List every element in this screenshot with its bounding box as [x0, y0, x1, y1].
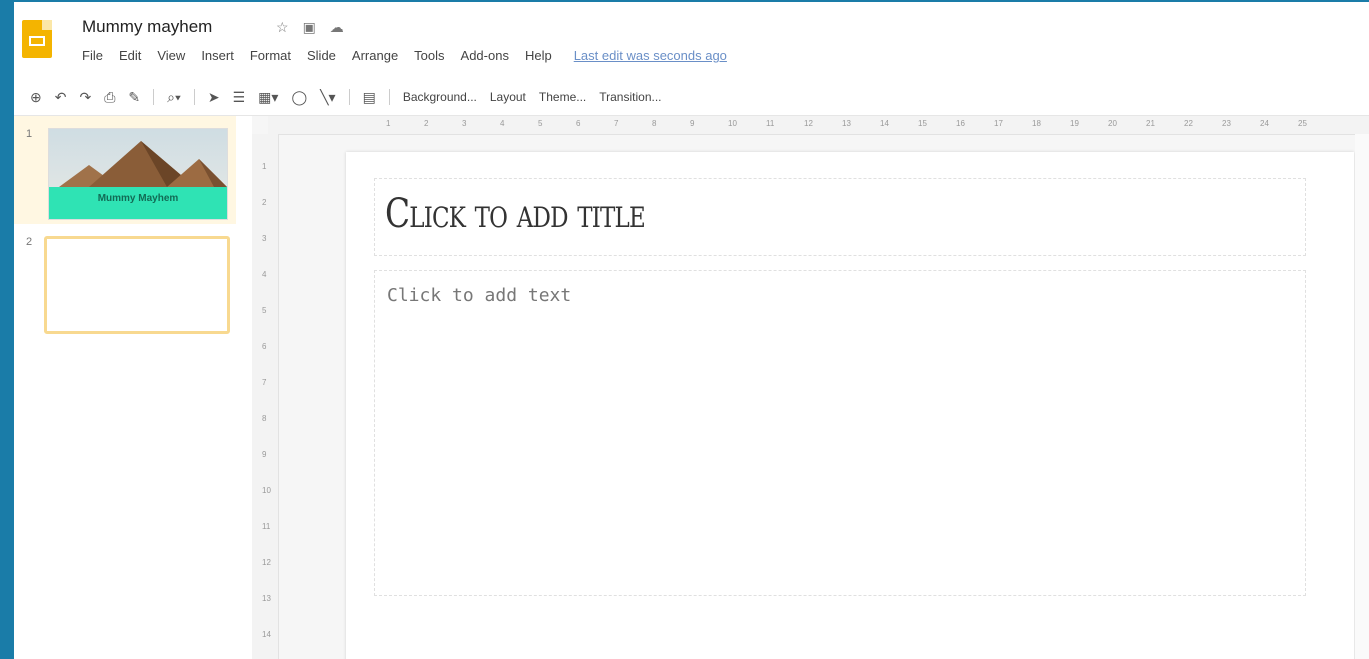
- print-icon[interactable]: ⎙: [104, 89, 115, 106]
- star-icon[interactable]: ☆: [276, 19, 289, 36]
- ruler-tick-label: 11: [766, 119, 775, 128]
- slide-filmstrip: 1 Mummy Mayhem 2: [14, 116, 252, 659]
- ruler-tick-label: 12: [262, 558, 271, 567]
- ruler-tick-label: 13: [262, 594, 271, 603]
- menu-view[interactable]: View: [157, 48, 185, 63]
- ruler-tick-label: 14: [262, 630, 271, 639]
- body-placeholder-text: Click to add text: [387, 285, 572, 306]
- ruler-tick-label: 19: [1070, 119, 1079, 128]
- toolbar-separator: [193, 89, 195, 105]
- slide-number: 2: [26, 236, 33, 248]
- vertical-scrollbar[interactable]: [1355, 134, 1369, 659]
- menu-help[interactable]: Help: [525, 48, 552, 63]
- slide-number: 1: [26, 128, 33, 140]
- ruler-tick-label: 8: [262, 414, 267, 423]
- slide-canvas[interactable]: Click to add title Click to add text: [346, 152, 1354, 659]
- transition-button[interactable]: Transition...: [599, 90, 661, 104]
- title-icons: ☆ ▣ ☁: [276, 19, 344, 36]
- ruler-tick-label: 2: [424, 119, 429, 128]
- body-placeholder[interactable]: Click to add text: [374, 270, 1306, 596]
- comment-icon[interactable]: ▤: [363, 89, 376, 106]
- menu-file[interactable]: File: [82, 48, 103, 63]
- last-edit-link[interactable]: Last edit was seconds ago: [574, 48, 727, 63]
- pyramids-image: [59, 141, 227, 187]
- title-placeholder[interactable]: Click to add title: [374, 178, 1306, 256]
- ruler-tick-label: 8: [652, 119, 657, 128]
- ruler-tick-label: 4: [262, 270, 267, 279]
- document-title[interactable]: Mummy mayhem: [82, 17, 212, 37]
- toolbar: ⊕ ↶ ↷ ⎙ ✎ ⌕▾ ➤ ☰ ▦▾ ◯ ╲▾ ▤ Background...…: [30, 84, 662, 110]
- ruler-tick-label: 23: [1222, 119, 1231, 128]
- paint-format-icon[interactable]: ✎: [128, 89, 140, 106]
- background-button[interactable]: Background...: [403, 90, 477, 104]
- ruler-tick-label: 25: [1298, 119, 1307, 128]
- select-icon[interactable]: ➤: [208, 89, 220, 106]
- shape-icon[interactable]: ◯: [291, 89, 307, 106]
- ruler-tick-label: 2: [262, 198, 267, 207]
- menu-arrange[interactable]: Arrange: [352, 48, 398, 63]
- cloud-icon[interactable]: ☁: [330, 19, 344, 36]
- horizontal-ruler: 1 2 3 4 5 6 7 8 9 10 11 12 13 14 15 16 17 18 19 20 21 22 23 24 2…: [268, 116, 1369, 135]
- menu-insert[interactable]: Insert: [201, 48, 234, 63]
- slides-logo-icon[interactable]: [22, 20, 52, 58]
- undo-icon[interactable]: ↶: [55, 89, 67, 106]
- ruler-tick-label: 13: [842, 119, 851, 128]
- ruler-tick-label: 16: [956, 119, 965, 128]
- ruler-tick-label: 6: [262, 342, 267, 351]
- ruler-tick-label: 3: [462, 119, 467, 128]
- slide-thumbnail-1[interactable]: Mummy Mayhem: [48, 128, 228, 220]
- toolbar-separator: [348, 89, 350, 105]
- textbox-icon[interactable]: ☰: [233, 89, 246, 106]
- ruler-tick-label: 21: [1146, 119, 1155, 128]
- toolbar-separator: [153, 89, 155, 105]
- ruler-tick-label: 6: [576, 119, 581, 128]
- ruler-tick-label: 22: [1184, 119, 1193, 128]
- menu-bar: File Edit View Insert Format Slide Arrange Tool…: [82, 48, 727, 63]
- ruler-tick-label: 10: [728, 119, 737, 128]
- layout-button[interactable]: Layout: [490, 90, 526, 104]
- redo-icon[interactable]: ↷: [79, 89, 91, 106]
- slide-thumbnail-2[interactable]: [44, 236, 230, 334]
- toolbar-separator: [388, 89, 390, 105]
- slide-canvas-area: 1 2 3 4 5 6 7 8 9 10 11 12 13 14 15 16 17 18 19 20 21 22 23 24 2…: [252, 116, 1369, 659]
- ruler-tick-label: 5: [262, 306, 267, 315]
- ruler-tick-label: 24: [1260, 119, 1269, 128]
- ruler-tick-label: 17: [994, 119, 1003, 128]
- menu-addons[interactable]: Add-ons: [461, 48, 509, 63]
- ruler-tick-label: 7: [614, 119, 619, 128]
- line-icon[interactable]: ╲▾: [320, 89, 335, 106]
- title-placeholder-text: Click to add title: [385, 191, 646, 237]
- zoom-icon[interactable]: ⌕▾: [167, 89, 181, 106]
- folder-icon[interactable]: ▣: [303, 19, 316, 36]
- ruler-tick-label: 11: [262, 522, 271, 531]
- slides-app-window: Mummy mayhem ☆ ▣ ☁ File Edit View Insert For…: [14, 2, 1369, 659]
- ruler-tick-label: 18: [1032, 119, 1041, 128]
- ruler-tick-label: 14: [880, 119, 889, 128]
- menu-format[interactable]: Format: [250, 48, 291, 63]
- ruler-tick-label: 4: [500, 119, 505, 128]
- ruler-tick-label: 1: [262, 162, 267, 171]
- image-icon[interactable]: ▦▾: [258, 89, 278, 106]
- ruler-tick-label: 9: [262, 450, 267, 459]
- ruler-tick-label: 9: [690, 119, 695, 128]
- vertical-ruler: 1 2 3 4 5 6 7 8 9 10 11 12 13 14: [252, 134, 279, 659]
- ruler-tick-label: 15: [918, 119, 927, 128]
- ruler-tick-label: 20: [1108, 119, 1117, 128]
- ruler-tick-label: 1: [386, 119, 391, 128]
- menu-edit[interactable]: Edit: [119, 48, 141, 63]
- new-slide-icon[interactable]: ⊕: [30, 89, 42, 106]
- theme-button[interactable]: Theme...: [539, 90, 586, 104]
- menu-slide[interactable]: Slide: [307, 48, 336, 63]
- ruler-tick-label: 12: [804, 119, 813, 128]
- ruler-tick-label: 5: [538, 119, 543, 128]
- thumbnail-title: Mummy Mayhem: [97, 193, 179, 204]
- ruler-tick-label: 7: [262, 378, 267, 387]
- menu-tools[interactable]: Tools: [414, 48, 444, 63]
- ruler-tick-label: 10: [262, 486, 271, 495]
- ruler-tick-label: 3: [262, 234, 267, 243]
